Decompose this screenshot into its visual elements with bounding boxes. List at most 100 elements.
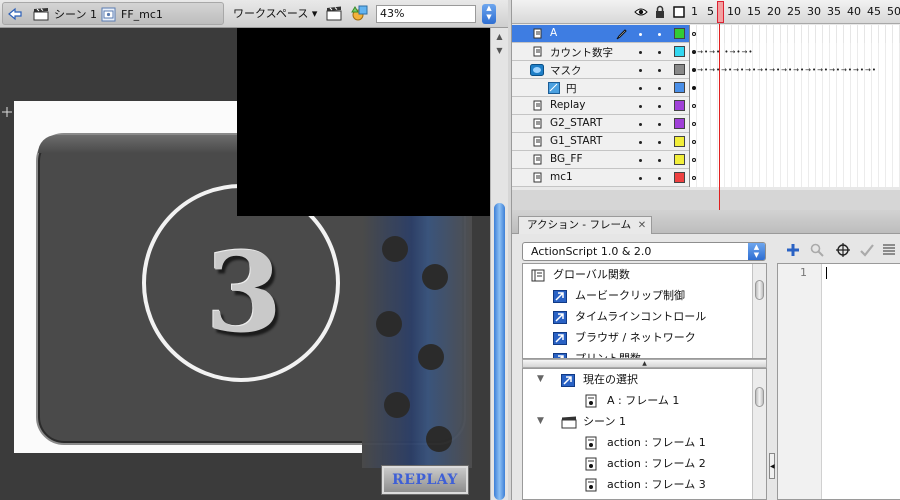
layer-row[interactable]: mc1 xyxy=(512,169,900,187)
layer-row[interactable]: A xyxy=(512,25,900,43)
layer-frames[interactable]: •→•→•→•→•→•→•→•→•→•→•→•→•→•→•→• xyxy=(689,61,900,79)
layer-name[interactable]: 円 xyxy=(566,81,577,96)
layer-frames[interactable] xyxy=(689,169,900,187)
breadcrumb-symbol[interactable]: FF_mc1 xyxy=(121,3,163,26)
layer-row[interactable]: BG_FF xyxy=(512,151,900,169)
scroll-up-arrow-icon[interactable]: ▲ xyxy=(491,30,508,44)
lock-dot[interactable] xyxy=(658,105,661,108)
outline-color-swatch[interactable] xyxy=(674,28,685,39)
layer-frames[interactable] xyxy=(689,133,900,151)
panel-divider[interactable] xyxy=(511,190,900,210)
layer-frames[interactable] xyxy=(689,151,900,169)
tab-actions-frame[interactable]: アクション - フレーム ✕ xyxy=(518,216,653,234)
layer-frames[interactable] xyxy=(689,25,900,43)
zoom-combobox[interactable]: 43% xyxy=(376,5,476,23)
layer-name[interactable]: カウント数字 xyxy=(550,45,613,60)
keyframe-marker[interactable] xyxy=(692,86,696,90)
outline-color-swatch[interactable] xyxy=(674,136,685,147)
visibility-dot[interactable] xyxy=(639,87,642,90)
close-icon[interactable]: ✕ xyxy=(638,217,646,234)
visibility-dot[interactable] xyxy=(639,141,642,144)
find-icon[interactable] xyxy=(809,242,825,258)
toolbox-scrollbar[interactable] xyxy=(752,264,766,358)
scroll-down-arrow-icon[interactable]: ▼ xyxy=(491,44,508,58)
outline-color-swatch[interactable] xyxy=(674,100,685,111)
lock-dot[interactable] xyxy=(658,141,661,144)
keyframe-marker[interactable] xyxy=(692,140,696,144)
visibility-dot[interactable] xyxy=(639,177,642,180)
layer-name[interactable]: Replay xyxy=(550,99,586,111)
layer-row[interactable]: カウント数字 •→•→• •→•→• xyxy=(512,43,900,61)
edit-scene-icon[interactable] xyxy=(326,2,343,25)
layer-row[interactable]: 円 xyxy=(512,79,900,97)
layer-frames[interactable] xyxy=(689,79,900,97)
eye-icon[interactable] xyxy=(634,5,648,19)
keyframe-marker[interactable] xyxy=(692,122,696,126)
workspace-menu[interactable]: ワークスペース ▾ xyxy=(233,2,317,25)
toolbox-item[interactable]: ムービークリップ制御 xyxy=(523,285,753,306)
script-editor[interactable]: 1 xyxy=(777,263,900,500)
lock-dot[interactable] xyxy=(658,159,661,162)
layer-row[interactable]: Replay xyxy=(512,97,900,115)
insert-target-path-icon[interactable] xyxy=(835,242,851,258)
layer-name[interactable]: BG_FF xyxy=(550,153,582,165)
add-statement-icon[interactable] xyxy=(785,242,801,258)
outline-color-swatch[interactable] xyxy=(674,154,685,165)
back-arrow-icon[interactable] xyxy=(7,3,23,26)
toolbox-item[interactable]: ブラウザ / ネットワーク xyxy=(523,327,753,348)
navigator-item[interactable]: action : フレーム 1 xyxy=(523,432,753,453)
lock-dot[interactable] xyxy=(658,177,661,180)
visibility-dot[interactable] xyxy=(639,105,642,108)
outline-color-swatch[interactable] xyxy=(674,82,685,93)
visibility-dot[interactable] xyxy=(639,51,642,54)
outline-icon[interactable] xyxy=(672,5,686,19)
keyframe-marker[interactable] xyxy=(692,32,696,36)
navigator-item[interactable]: ▼ シーン 1 xyxy=(523,411,753,432)
visibility-dot[interactable] xyxy=(639,159,642,162)
stage-vertical-scrollbar[interactable]: ▲ ▼ xyxy=(490,28,508,500)
visibility-dot[interactable] xyxy=(639,69,642,72)
scrollbar-thumb[interactable] xyxy=(494,203,505,500)
breadcrumb-scene[interactable]: シーン 1 xyxy=(54,3,97,26)
lock-icon[interactable] xyxy=(653,5,667,19)
disclosure-triangle-icon[interactable]: ▼ xyxy=(537,411,544,432)
check-syntax-icon[interactable] xyxy=(859,242,875,258)
keyframe-marker[interactable] xyxy=(692,158,696,162)
navigator-scrollbar[interactable] xyxy=(752,369,766,499)
layer-name[interactable]: マスク xyxy=(550,63,582,78)
lock-dot[interactable] xyxy=(658,123,661,126)
layer-name[interactable]: G2_START xyxy=(550,117,602,129)
outline-color-swatch[interactable] xyxy=(674,118,685,129)
zoom-value[interactable]: 43% xyxy=(380,7,404,20)
layer-name[interactable]: A xyxy=(550,27,557,39)
navigator-item[interactable]: action : フレーム 2 xyxy=(523,453,753,474)
lock-dot[interactable] xyxy=(658,87,661,90)
layer-row[interactable]: G1_START xyxy=(512,133,900,151)
toolbox-split-handle[interactable]: ▲ xyxy=(522,359,767,368)
auto-format-icon[interactable] xyxy=(881,242,897,258)
navigator-item[interactable]: ▼ 現在の選択 xyxy=(523,369,753,390)
toolbox-item[interactable]: タイムラインコントロール xyxy=(523,306,753,327)
layer-name[interactable]: G1_START xyxy=(550,135,602,147)
layer-frames[interactable] xyxy=(689,97,900,115)
keyframe-marker[interactable] xyxy=(692,176,696,180)
toolbox-item[interactable]: プリント関数 xyxy=(523,348,753,358)
visibility-dot[interactable] xyxy=(639,33,642,36)
outline-color-swatch[interactable] xyxy=(674,46,685,57)
navigator-item[interactable]: A : フレーム 1 xyxy=(523,390,753,411)
layer-frames[interactable]: •→•→• •→•→• xyxy=(689,43,900,61)
navigator-item[interactable]: action : フレーム 3 xyxy=(523,474,753,495)
lock-dot[interactable] xyxy=(658,33,661,36)
lock-dot[interactable] xyxy=(658,51,661,54)
disclosure-triangle-icon[interactable]: ▼ xyxy=(537,369,544,390)
layer-row[interactable]: G2_START xyxy=(512,115,900,133)
edit-symbols-icon[interactable] xyxy=(351,2,369,25)
outline-color-swatch[interactable] xyxy=(674,64,685,75)
stage-area[interactable]: 3 REPLAY xyxy=(0,28,490,500)
panel-splitter[interactable]: ◀ xyxy=(767,263,777,500)
layer-row[interactable]: マスク •→•→•→•→•→•→•→•→•→•→•→•→•→•→•→• xyxy=(512,61,900,79)
layer-name[interactable]: mc1 xyxy=(550,171,573,183)
layer-frames[interactable] xyxy=(689,115,900,133)
replay-button[interactable]: REPLAY xyxy=(381,465,469,495)
actionscript-version-select[interactable]: ActionScript 1.0 & 2.0 ▲ ▼ xyxy=(522,242,766,261)
